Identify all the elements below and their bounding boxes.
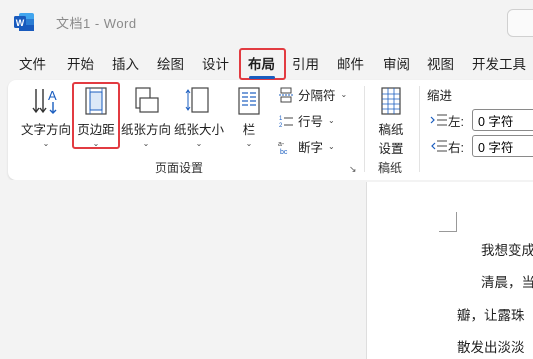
dialog-launcher-icon[interactable]: ↘ — [349, 164, 357, 175]
orientation-button[interactable]: 纸张方向 ⌄ — [121, 86, 171, 149]
svg-text:a-: a- — [278, 141, 285, 148]
page-corner-mark — [439, 212, 457, 232]
svg-text:A: A — [48, 88, 57, 103]
hyphenation-label: 断字 — [298, 141, 324, 155]
page-setup-group-label: 页面设置 — [155, 161, 204, 175]
manuscript-settings-button[interactable]: 稿纸 设置 — [372, 86, 410, 157]
chevron-down-icon: ⌄ — [195, 139, 203, 148]
ribbon-panel: A 文字方向 ⌄ 页边距 ⌄ 纸张方向 ⌄ 纸张大小 ⌄ 栏 ⌄ 分隔符 ⌄ 1… — [8, 80, 533, 180]
svg-text:1: 1 — [279, 116, 283, 122]
document-line[interactable]: 瓣，让露珠 — [457, 304, 525, 324]
chevron-down-icon: ⌄ — [328, 116, 335, 125]
svg-text:bc: bc — [280, 149, 288, 155]
chevron-down-icon: ⌄ — [328, 142, 335, 151]
orientation-icon — [135, 87, 159, 113]
paper-size-label: 纸张大小 — [174, 123, 225, 137]
indent-right-icon — [431, 140, 447, 152]
indent-right-input[interactable] — [472, 135, 533, 157]
manuscript-group-label: 稿纸 — [378, 161, 403, 175]
paper-size-button[interactable]: 纸张大小 ⌄ — [174, 86, 224, 149]
indent-left-row: 左: — [430, 109, 533, 131]
document-line[interactable]: 清晨，当 — [481, 271, 533, 291]
tab-draw[interactable]: 绘图 — [157, 53, 184, 73]
columns-icon — [238, 87, 260, 115]
text-direction-button[interactable]: A 文字方向 ⌄ — [20, 86, 72, 149]
tab-home[interactable]: 开始 — [67, 53, 94, 73]
tab-view[interactable]: 视图 — [427, 53, 454, 73]
orientation-label: 纸张方向 — [121, 123, 172, 137]
title-bar-button[interactable] — [507, 9, 533, 37]
hyphenation-button[interactable]: a- bc 断字 ⌄ — [278, 137, 335, 156]
group-divider — [419, 86, 420, 172]
svg-text:2: 2 — [279, 123, 283, 129]
margins-label: 页边距 — [77, 123, 115, 137]
chevron-down-icon: ⌄ — [245, 139, 253, 148]
tab-mailings[interactable]: 邮件 — [337, 53, 364, 73]
indent-left-icon — [430, 114, 447, 126]
margins-button[interactable]: 页边距 ⌄ — [74, 86, 118, 149]
document-line[interactable]: 散发出淡淡 — [457, 336, 525, 356]
document-line[interactable]: 我想变成 — [481, 239, 533, 259]
paper-size-icon — [185, 87, 209, 113]
text-direction-label: 文字方向 — [20, 123, 71, 137]
line-numbers-label: 行号 — [298, 115, 324, 129]
manuscript-label-line1: 稿纸 — [378, 123, 404, 137]
indent-left-label: 左: — [448, 114, 464, 129]
word-logo-letter: W — [16, 18, 25, 28]
margins-icon — [85, 87, 107, 115]
breaks-label: 分隔符 — [298, 89, 336, 103]
group-divider — [364, 86, 365, 172]
line-numbers-icon: 1 2 — [279, 116, 293, 129]
chevron-down-icon: ⌄ — [142, 139, 150, 148]
tab-design[interactable]: 设计 — [202, 53, 229, 73]
line-numbers-button[interactable]: 1 2 行号 ⌄ — [278, 111, 335, 130]
indent-right-row: 右: — [430, 135, 533, 157]
manuscript-label-line2: 设置 — [378, 142, 404, 156]
tab-file[interactable]: 文件 — [19, 53, 46, 73]
tab-insert[interactable]: 插入 — [112, 53, 139, 73]
document-title: 文档1 - Word — [56, 16, 137, 31]
chevron-down-icon: ⌄ — [340, 90, 348, 99]
breaks-icon — [279, 87, 293, 102]
tab-developer[interactable]: 开发工具 — [472, 53, 526, 73]
chevron-down-icon: ⌄ — [42, 139, 50, 148]
chevron-down-icon: ⌄ — [92, 139, 100, 148]
word-logo-icon: W — [14, 13, 34, 31]
indent-title: 缩进 — [427, 89, 453, 103]
breaks-button[interactable]: 分隔符 ⌄ — [278, 85, 347, 104]
title-bar: W 文档1 - Word — [0, 0, 533, 46]
tab-references[interactable]: 引用 — [292, 53, 319, 73]
indent-right-label: 右: — [448, 140, 464, 155]
manuscript-icon — [381, 87, 401, 115]
columns-button[interactable]: 栏 ⌄ — [234, 86, 264, 149]
text-direction-icon: A — [32, 88, 57, 114]
columns-label: 栏 — [242, 123, 256, 137]
indent-left-input[interactable] — [472, 109, 533, 131]
tab-review[interactable]: 审阅 — [383, 53, 410, 73]
hyphenation-icon: a- bc — [278, 141, 288, 155]
active-tab-indicator — [249, 76, 275, 79]
